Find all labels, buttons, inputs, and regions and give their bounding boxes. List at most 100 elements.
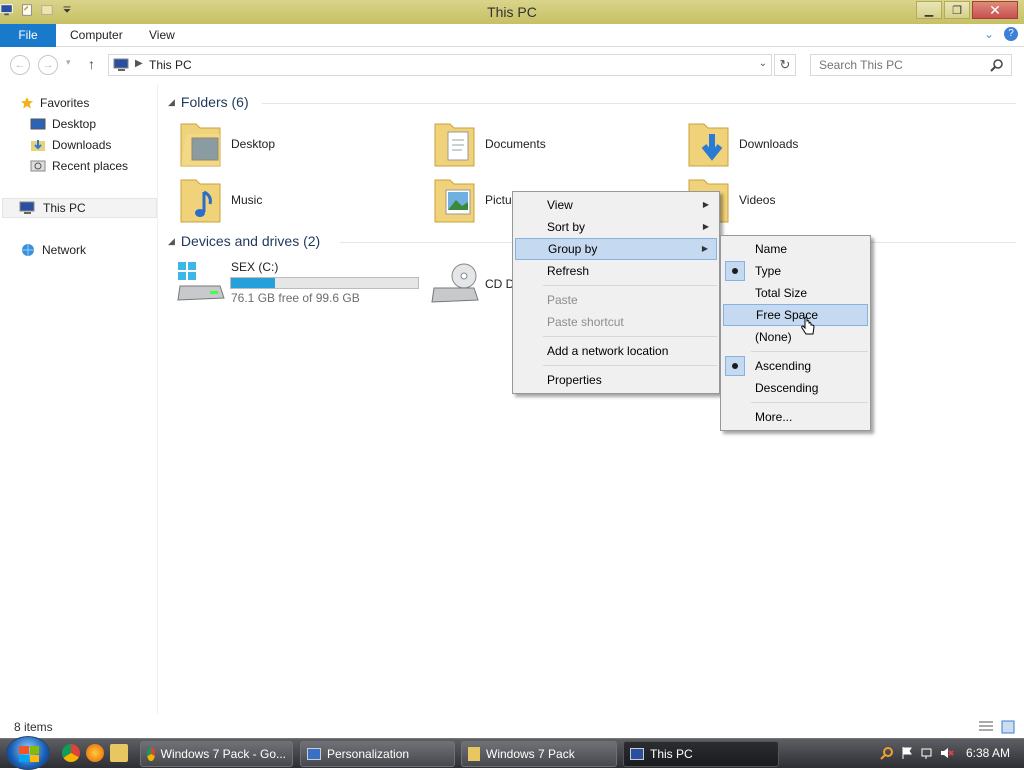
submenu-item-name[interactable]: Name: [723, 238, 868, 260]
forward-button[interactable]: →: [38, 55, 58, 75]
folder-documents[interactable]: Documents: [432, 118, 546, 170]
file-explorer-icon[interactable]: [110, 744, 128, 762]
folder-desktop-label: Desktop: [231, 137, 276, 151]
this-pc-icon: [630, 748, 644, 760]
taskbar-clock[interactable]: 6:38 AM: [966, 746, 1010, 760]
navigation-pane: Favorites Desktop Downloads Recent place…: [0, 84, 158, 714]
submenu-item-none[interactable]: (None): [723, 326, 868, 348]
submenu-item-descending[interactable]: Descending: [723, 377, 868, 399]
search-icon[interactable]: [990, 58, 1004, 72]
firefox-icon[interactable]: [86, 744, 104, 762]
desktop-icon: [30, 118, 46, 130]
breadcrumb-this-pc[interactable]: This PC: [149, 58, 192, 72]
flag-icon[interactable]: [900, 746, 914, 760]
expand-ribbon-icon[interactable]: ⌄: [984, 27, 994, 41]
ribbon-controls: ⌄ ?: [984, 27, 1018, 41]
collapse-arrow-icon[interactable]: ◢: [168, 236, 175, 247]
folders-group-title: Folders (6): [180, 94, 249, 110]
tab-file[interactable]: File: [0, 24, 56, 47]
devices-group-header[interactable]: ◢ Devices and drives (2): [168, 233, 320, 249]
drive-cd[interactable]: CD D: [430, 262, 514, 306]
nav-desktop[interactable]: Desktop: [30, 114, 96, 134]
quick-launch: [62, 744, 128, 762]
menu-item-paste-shortcut: Paste shortcut: [515, 311, 717, 333]
documents-folder-icon: [434, 123, 475, 167]
address-bar[interactable]: ▶ This PC ⌄: [108, 54, 772, 76]
submenu-item-more-label: More...: [755, 410, 793, 424]
network-tray-icon[interactable]: [920, 746, 934, 760]
menu-separator: [543, 285, 717, 286]
maximize-button[interactable]: ❐: [944, 1, 970, 19]
this-pc-icon: [113, 58, 129, 71]
submenu-arrow-icon: ▶: [702, 200, 709, 209]
details-view-icon[interactable]: [978, 720, 994, 734]
menu-item-properties[interactable]: Properties: [515, 369, 717, 391]
taskbar-chrome-window[interactable]: Windows 7 Pack - Go...: [140, 741, 293, 767]
submenu-item-type-label: Type: [755, 264, 782, 278]
nav-downloads[interactable]: Downloads: [30, 135, 111, 155]
window-title: This PC: [487, 4, 537, 20]
submenu-item-free-space[interactable]: Free Space: [723, 304, 868, 326]
address-dropdown-icon[interactable]: ⌄: [759, 58, 767, 69]
taskbar-folder-window[interactable]: Windows 7 Pack: [461, 741, 617, 767]
view-switcher: [978, 720, 1016, 734]
volume-muted-icon[interactable]: [940, 746, 954, 760]
folder-documents-label: Documents: [485, 137, 546, 151]
menu-item-sort-by[interactable]: Sort by ▶: [515, 216, 717, 238]
hard-drive-icon: [177, 262, 225, 301]
search-tray-icon[interactable]: [880, 746, 894, 760]
submenu-item-type[interactable]: Type: [723, 260, 868, 282]
submenu-item-more[interactable]: More...: [723, 406, 868, 428]
drive-c[interactable]: [176, 260, 226, 304]
up-button[interactable]: ↑: [88, 56, 95, 72]
back-button[interactable]: ←: [10, 55, 30, 75]
help-icon[interactable]: ?: [1004, 27, 1018, 41]
menu-item-sort-by-label: Sort by: [547, 220, 586, 234]
collapse-arrow-icon[interactable]: ◢: [168, 97, 175, 108]
menu-item-add-network-location[interactable]: Add a network location: [515, 340, 717, 362]
folder-music[interactable]: Music: [178, 174, 262, 226]
selected-radio-icon: [725, 261, 745, 281]
refresh-button[interactable]: ↻: [774, 54, 796, 76]
recent-locations-icon[interactable]: ▾: [66, 57, 71, 68]
status-bar: 8 items: [0, 716, 1024, 738]
nav-network-label: Network: [42, 243, 87, 257]
folder-downloads[interactable]: Downloads: [686, 118, 798, 170]
folders-divider: [262, 103, 1016, 104]
folders-group-header[interactable]: ◢ Folders (6): [168, 94, 249, 110]
chrome-icon[interactable]: [62, 744, 80, 762]
item-count: 8 items: [14, 720, 53, 734]
menu-item-refresh[interactable]: Refresh: [515, 260, 717, 282]
submenu-item-total-size[interactable]: Total Size: [723, 282, 868, 304]
menu-separator: [543, 365, 717, 366]
folder-pictures[interactable]: Pictu: [432, 174, 512, 226]
taskbar-this-pc-window[interactable]: This PC: [623, 741, 779, 767]
downloads-folder-icon: [688, 123, 729, 167]
start-button[interactable]: [6, 736, 50, 770]
search-input[interactable]: [810, 54, 1012, 76]
minimize-button[interactable]: ▁: [916, 1, 942, 19]
close-button[interactable]: ✕: [972, 1, 1018, 19]
nav-favorites[interactable]: Favorites: [20, 93, 89, 113]
submenu-item-ascending-label: Ascending: [755, 359, 812, 373]
tab-computer[interactable]: Computer: [58, 24, 135, 47]
nav-favorites-label: Favorites: [40, 96, 90, 110]
title-bar: This PC ▁ ❐ ✕: [0, 0, 1024, 24]
breadcrumb-separator-icon[interactable]: ▶: [135, 58, 143, 69]
taskbar-personalization-window[interactable]: Personalization: [300, 741, 455, 767]
folder-desktop[interactable]: Desktop: [178, 118, 275, 170]
nav-network[interactable]: Network: [20, 240, 86, 260]
folder-pictures-label: Pictu: [485, 193, 512, 207]
menu-item-add-network-location-label: Add a network location: [547, 344, 669, 358]
windows-logo-icon: [19, 746, 39, 762]
menu-separator: [543, 336, 717, 337]
menu-item-paste-label: Paste: [547, 293, 578, 307]
chrome-icon: [147, 747, 155, 761]
nav-this-pc[interactable]: This PC: [2, 198, 157, 218]
nav-recent-places[interactable]: Recent places: [30, 156, 128, 176]
large-icons-view-icon[interactable]: [1000, 720, 1016, 734]
tab-view[interactable]: View: [137, 24, 187, 47]
menu-item-group-by[interactable]: Group by ▶: [515, 238, 717, 260]
submenu-item-ascending[interactable]: Ascending: [723, 355, 868, 377]
menu-item-view[interactable]: View ▶: [515, 194, 717, 216]
